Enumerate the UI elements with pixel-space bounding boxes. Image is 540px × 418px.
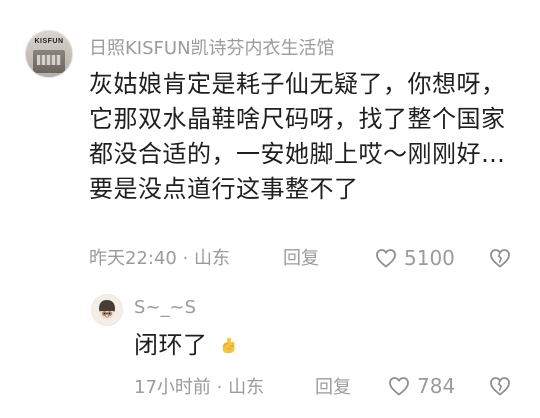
like-button[interactable]: 784 xyxy=(387,374,455,398)
comment-time-location: 昨天22:40 · 山东 xyxy=(89,248,231,269)
ok-hand-emoji xyxy=(218,331,240,354)
avatar-brand-text: KISFUN xyxy=(34,38,64,45)
cartoon-avatar-icon xyxy=(92,295,122,325)
reply-button[interactable]: 回复 xyxy=(283,248,319,270)
heart-outline-icon xyxy=(374,246,398,270)
comment-username[interactable]: S~_~S xyxy=(134,297,196,319)
like-count: 784 xyxy=(417,374,456,398)
broken-heart-outline-icon xyxy=(488,374,512,398)
broken-heart-outline-icon xyxy=(488,246,512,270)
comment-text: 闭环了 xyxy=(134,331,208,359)
comment-username[interactable]: 日照KISFUN凯诗芬内衣生活馆 xyxy=(89,38,335,60)
avatar[interactable] xyxy=(91,294,123,326)
heart-outline-icon xyxy=(387,374,411,398)
comment-time-location: 17小时前 · 山东 xyxy=(134,377,265,398)
storefront-image xyxy=(33,50,65,73)
reply-button[interactable]: 回复 xyxy=(315,377,351,399)
dislike-button[interactable] xyxy=(488,374,512,398)
avatar[interactable]: KISFUN xyxy=(25,30,73,78)
comment-text: 灰姑娘肯定是耗子仙无疑了，你想呀，它那双水晶鞋啥尺码呀，找了整个国家都没合适的，… xyxy=(89,70,506,203)
like-count: 5100 xyxy=(404,246,455,270)
comment-text-line: 闭环了 xyxy=(134,328,514,363)
like-button[interactable]: 5100 xyxy=(374,246,455,270)
dislike-button[interactable] xyxy=(488,246,512,270)
